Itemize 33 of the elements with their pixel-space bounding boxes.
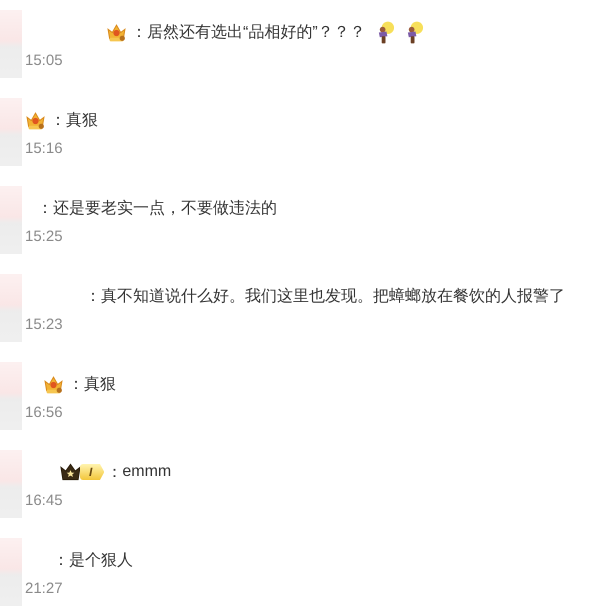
comment-text: 真不知道说什么好。我们这里也发现。把蟑螂放在餐饮的人报警了 [101, 286, 565, 306]
colon-separator: ： [53, 550, 69, 570]
comment-text: 真狠 [84, 374, 116, 394]
avatar-placeholder [0, 450, 22, 518]
comment-text: 居然还有选出“品相好的”？？？ [147, 22, 366, 42]
comment-text: 是个狠人 [69, 550, 133, 570]
avatar-placeholder [0, 362, 22, 430]
avatar-placeholder [0, 274, 22, 342]
comment-text: 还是要老实一点，不要做违法的 [53, 198, 277, 218]
level-badge: I [80, 464, 104, 480]
crown-icon [25, 110, 46, 130]
timestamp: 16:56 [25, 403, 64, 423]
avatar-placeholder [0, 98, 22, 166]
avatar-placeholder [0, 186, 22, 254]
colon-separator: ： [106, 462, 122, 482]
crown-icon [106, 22, 127, 42]
timestamp: 15:05 [25, 51, 64, 71]
colon-separator: ： [37, 198, 53, 218]
crown-icon [43, 374, 64, 394]
avatar-placeholder [0, 538, 22, 606]
timestamp: 16:45 [25, 491, 64, 511]
timestamp: 21:27 [25, 579, 64, 599]
colon-separator: ： [131, 22, 147, 42]
timestamp: 15:25 [25, 227, 64, 247]
colon-separator: ： [68, 374, 84, 394]
crown-icon [60, 463, 81, 481]
colon-separator: ： [50, 110, 66, 130]
timestamp: 15:23 [25, 315, 64, 335]
colon-separator: ： [85, 286, 101, 306]
timestamp: 15:16 [25, 139, 64, 159]
comment-text: 真狠 [66, 110, 98, 130]
comment-text: emmm [122, 463, 172, 481]
avatar-placeholder [0, 10, 22, 78]
